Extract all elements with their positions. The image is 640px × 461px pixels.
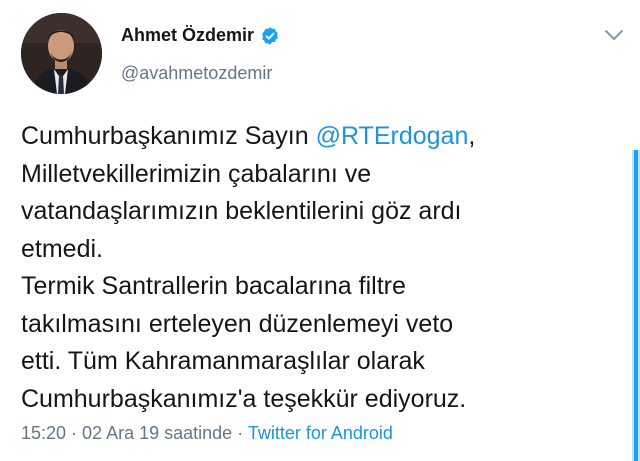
tweet-line: etti. Tüm Kahramanmaraşlılar olarak xyxy=(21,347,425,375)
tweet-text-segment: Cumhurbaşkanımız Sayın xyxy=(21,122,316,150)
tweet-line: vatandaşlarımızın beklentilerini göz ard… xyxy=(21,197,462,225)
tweet-text-segment: , xyxy=(468,122,476,150)
avatar[interactable] xyxy=(21,13,102,94)
tweet-line: etmedi. xyxy=(21,234,103,263)
scrollbar-thumb[interactable] xyxy=(634,150,638,461)
tweet-line: Milletvekillerimizin çabalarını ve xyxy=(21,159,372,188)
tweet-line: takılmasını erteleyen düzenlemeyi veto xyxy=(21,309,454,338)
user-display-name-row[interactable]: Ahmet Özdemir xyxy=(121,25,280,46)
profile-photo xyxy=(21,13,102,94)
tweet-source-link[interactable]: Twitter for Android xyxy=(248,423,393,443)
scrollbar[interactable] xyxy=(632,150,640,461)
tweet-line: Cumhurbaşkanımız Sayın @RTErdogan, xyxy=(21,118,621,156)
chevron-down-icon[interactable] xyxy=(603,27,625,43)
user-handle[interactable]: @avahmetozdemir xyxy=(121,63,272,84)
user-display-name[interactable]: Ahmet Özdemir xyxy=(121,25,254,46)
mention-link[interactable]: @RTErdogan xyxy=(316,122,469,150)
verified-badge-icon xyxy=(262,26,278,45)
tweet-timestamp[interactable]: 15:20 · 02 Ara 19 saatinde · xyxy=(21,423,248,443)
tweet-line: Termik Santrallerin bacalarına filtre xyxy=(21,272,406,300)
tweet-text: Cumhurbaşkanımız Sayın @RTErdogan, Mille… xyxy=(21,118,621,418)
tweet-line: Cumhurbaşkanımız'a teşekkür ediyoruz. xyxy=(21,384,467,413)
tweet-meta: 15:20 · 02 Ara 19 saatinde · Twitter for… xyxy=(21,423,393,444)
